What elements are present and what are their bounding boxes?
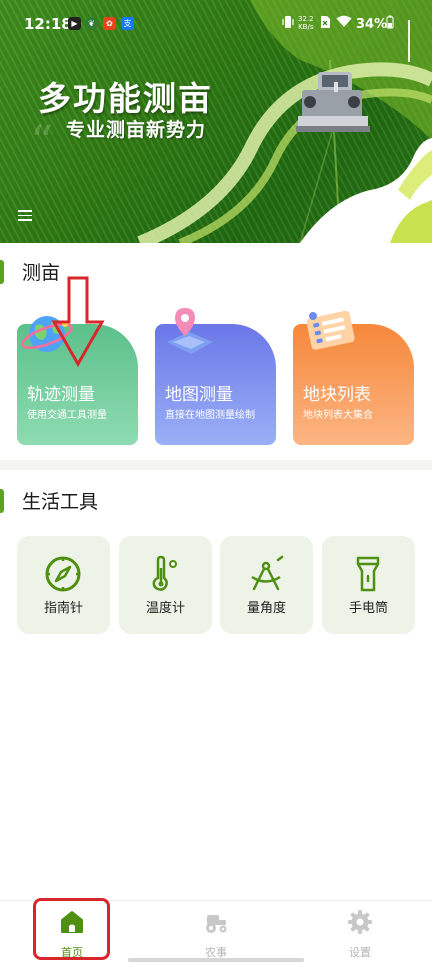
section-accent-bar: [0, 489, 4, 513]
globe-icon: [21, 316, 73, 352]
protractor-icon: [251, 555, 284, 591]
track-measure-desc: 使用交通工具测量: [27, 410, 107, 421]
tractor-icon: [206, 915, 227, 933]
hero-subtitle: 专业测亩新势力: [66, 119, 207, 141]
tool-protractor[interactable]: 量角度: [220, 536, 313, 634]
leaf-app-icon: ❦: [85, 17, 98, 30]
home-gesture-bar[interactable]: [128, 958, 304, 962]
home-icon: [61, 911, 83, 933]
nav-item-farming[interactable]: 农事: [166, 901, 266, 964]
map-measure-desc: 直接在地图测量绘制: [165, 410, 255, 421]
map-pin-icon: [167, 308, 213, 354]
scroll-indicator: [408, 20, 410, 62]
sim-icon: [320, 15, 331, 35]
plot-list-desc: 地块列表大集合: [303, 410, 373, 421]
tool-flashlight[interactable]: 手电筒: [322, 536, 415, 634]
network-speed: 32.2 KB/s: [298, 15, 314, 31]
tool-thermometer[interactable]: 温度计: [119, 536, 212, 634]
bottom-navigation: 首页 农事 设置: [0, 900, 432, 964]
section-accent-bar: [0, 260, 4, 284]
vibrate-icon: [282, 15, 294, 35]
hero-banner: “ 12:18 ▶ ❦ ✿ 支 32.2 KB/s 34% 多功能测亩 专业测亩…: [0, 0, 432, 243]
tool-thermometer-label: 温度计: [145, 601, 185, 616]
tools-section-header: 生活工具: [0, 487, 432, 517]
map-measure-card[interactable]: 地图测量 直接在地图测量绘制: [155, 308, 276, 445]
shop-app-icon: ✿: [103, 17, 116, 30]
pay-app-icon: 支: [121, 17, 134, 30]
network-speed-value: 32.2: [298, 15, 314, 23]
plot-list-title: 地块列表: [303, 385, 371, 405]
tool-protractor-label: 量角度: [246, 601, 286, 616]
nav-item-home[interactable]: 首页: [22, 901, 122, 964]
battery-percentage: 34%: [356, 17, 388, 32]
status-bar: 12:18 ▶ ❦ ✿ 支 32.2 KB/s 34%: [0, 0, 432, 62]
measure-section-header: 测亩: [0, 258, 432, 288]
measure-section-title: 测亩: [22, 262, 61, 284]
flashlight-icon: [356, 556, 380, 592]
tools-section-title: 生活工具: [22, 491, 99, 513]
hero-title: 多功能测亩: [38, 79, 213, 118]
nav-settings-label: 设置: [349, 946, 371, 959]
nav-item-settings[interactable]: 设置: [310, 901, 410, 964]
thermometer-icon: [152, 555, 177, 591]
svg-text:“: “: [30, 115, 54, 169]
battery-icon: [386, 15, 394, 35]
map-measure-title: 地图测量: [165, 385, 233, 405]
list-board-icon: [306, 310, 355, 350]
gear-icon: [348, 910, 372, 934]
media-app-icon: ▶: [68, 17, 81, 30]
nav-home-label: 首页: [61, 946, 83, 959]
tool-flashlight-label: 手电筒: [348, 601, 388, 616]
compass-icon: [45, 556, 81, 592]
track-measure-card[interactable]: 轨迹测量 使用交通工具测量: [17, 316, 138, 445]
tool-compass[interactable]: 指南针: [17, 536, 110, 634]
plot-list-card[interactable]: 地块列表 地块列表大集合: [293, 310, 414, 445]
tool-compass-label: 指南针: [43, 601, 83, 616]
section-divider: [0, 460, 432, 470]
status-time: 12:18: [24, 15, 72, 33]
network-speed-unit: KB/s: [298, 23, 314, 31]
wifi-icon: [336, 15, 352, 35]
track-measure-title: 轨迹测量: [27, 385, 95, 405]
menu-icon[interactable]: [18, 210, 32, 222]
